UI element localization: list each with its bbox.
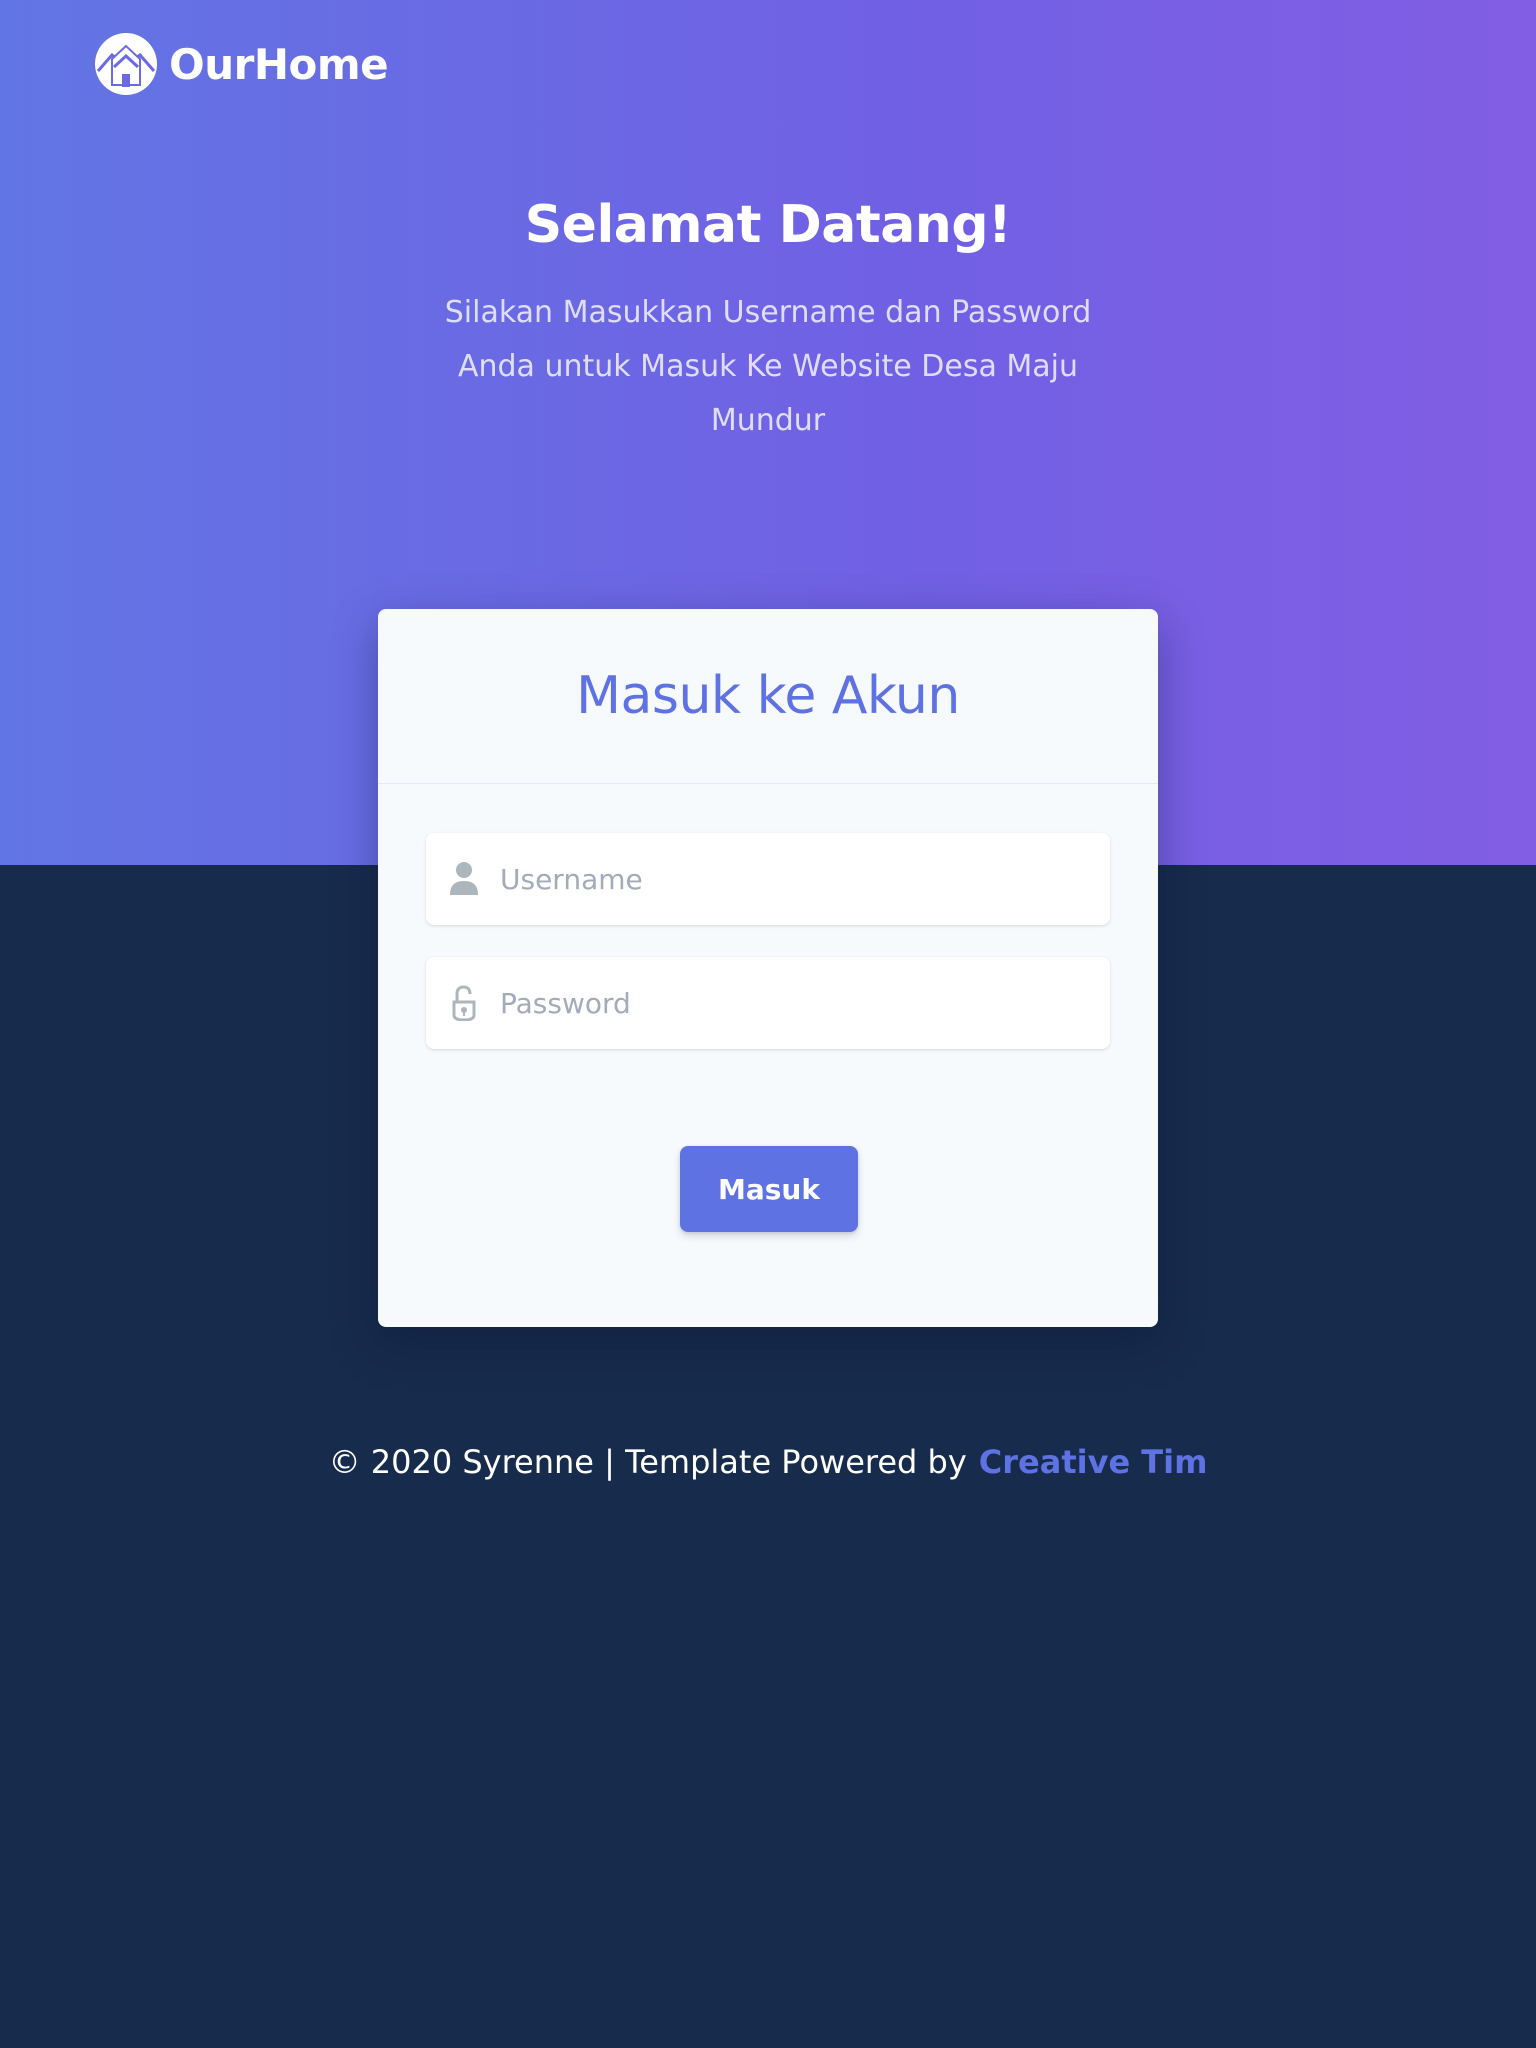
user-icon	[450, 862, 478, 895]
login-card-title: Masuk ke Akun	[576, 666, 960, 726]
password-field[interactable]	[426, 957, 1110, 1049]
password-input[interactable]	[498, 972, 1102, 1034]
footer-copyright: © 2020 Syrenne | Template Powered by	[328, 1443, 967, 1481]
login-button[interactable]: Masuk	[680, 1146, 858, 1232]
house-logo-icon	[95, 33, 157, 95]
welcome-lead: Silakan Masukkan Username dan Password A…	[444, 295, 1092, 438]
unlock-icon	[452, 985, 476, 1021]
brand-name: OurHome	[169, 39, 389, 89]
brand-link[interactable]: OurHome	[95, 33, 389, 95]
username-field[interactable]	[426, 833, 1110, 925]
welcome-heading: Selamat Datang!	[524, 195, 1012, 255]
username-input[interactable]	[498, 848, 1102, 910]
footer: © 2020 Syrenne | Template Powered by Crea…	[0, 1440, 1536, 1484]
footer-creative-tim-link[interactable]: Creative Tim	[979, 1443, 1208, 1481]
login-card-header: Masuk ke Akun	[378, 609, 1158, 784]
login-card: Masuk ke Akun Masuk	[378, 609, 1158, 1327]
